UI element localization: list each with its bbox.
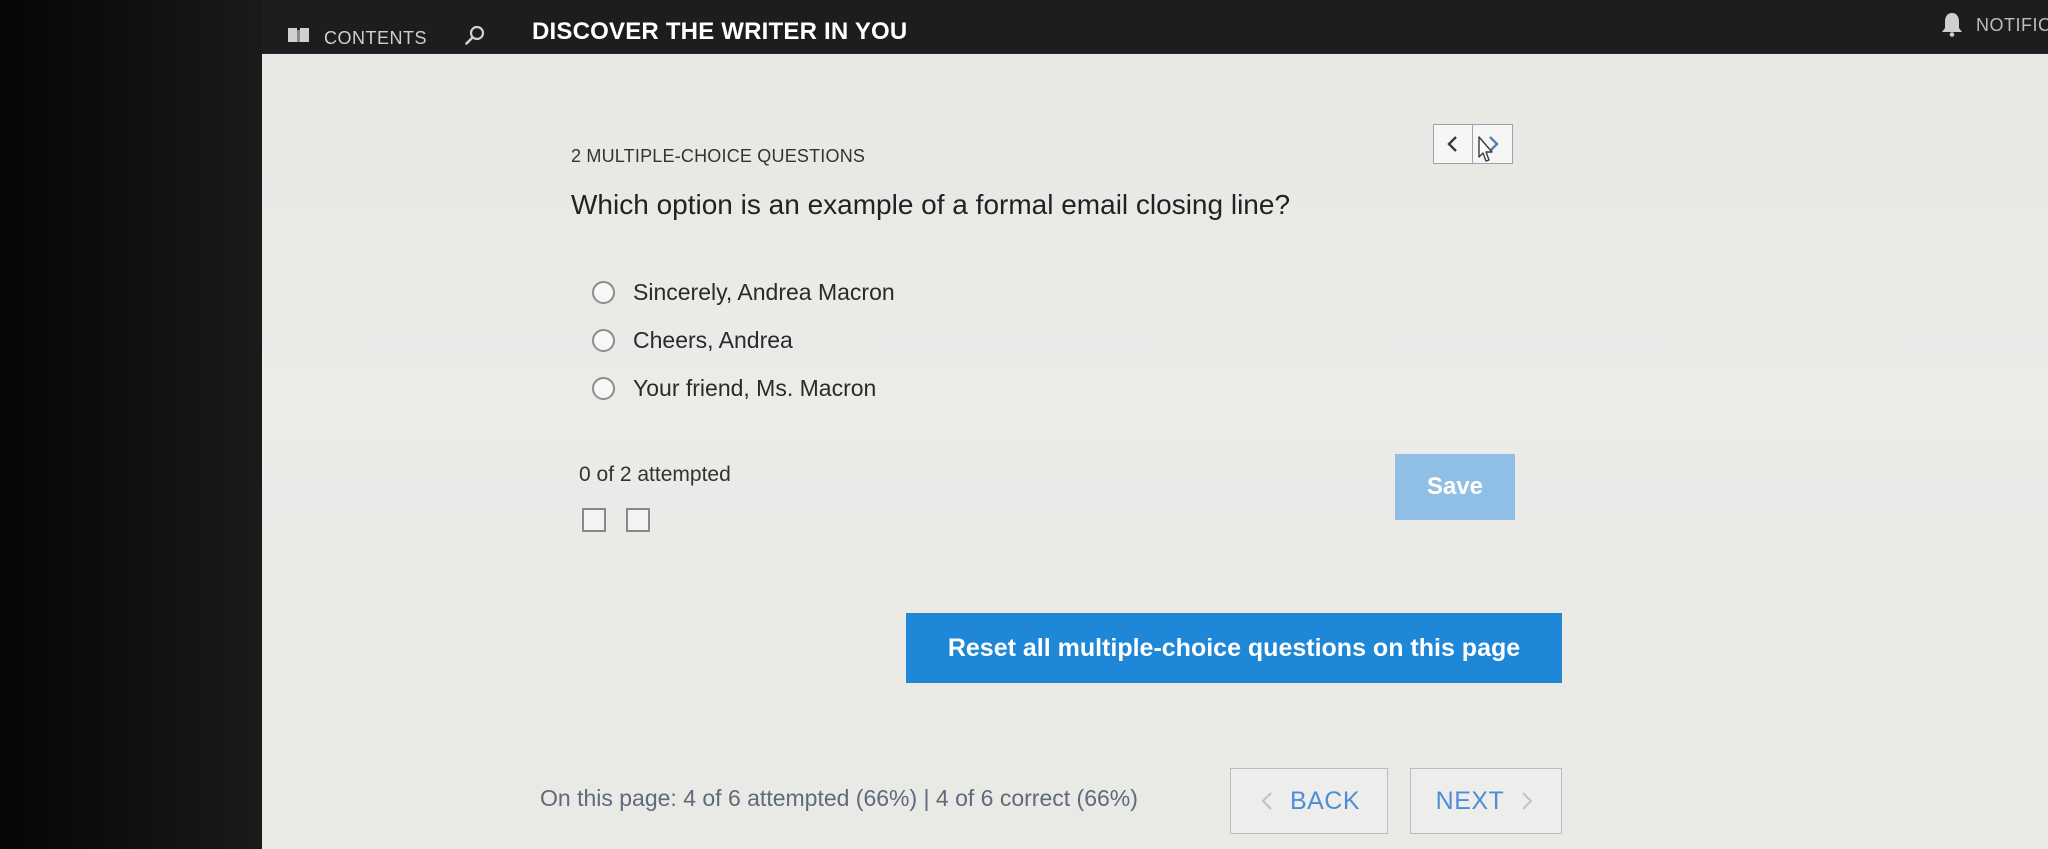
photo-stage: CONTENTS DISCOVER THE WRITER IN YOU NOTI… [0, 0, 2048, 849]
screen: CONTENTS DISCOVER THE WRITER IN YOU NOTI… [262, 0, 2048, 849]
answer-option[interactable]: Sincerely, Andrea Macron [592, 268, 895, 316]
radio-button[interactable] [592, 328, 615, 352]
progress-box[interactable] [626, 508, 650, 532]
question-text: Which option is an example of a formal e… [571, 189, 1291, 220]
option-label: Your friend, Ms. Macron [633, 374, 877, 401]
chevron-left-icon [1261, 792, 1272, 810]
bell-icon[interactable] [1941, 11, 1963, 37]
monitor-bezel [0, 0, 270, 849]
chevron-left-icon [1447, 136, 1457, 152]
contents-link[interactable]: CONTENTS [324, 28, 427, 49]
answer-option[interactable]: Cheers, Andrea [592, 316, 895, 364]
option-label: Sincerely, Andrea Macron [633, 278, 895, 305]
save-button[interactable]: Save [1395, 454, 1515, 520]
attempt-status: 0 of 2 attempted [579, 463, 731, 486]
top-navigation-bar: CONTENTS DISCOVER THE WRITER IN YOU NOTI… [262, 0, 2048, 54]
next-label: NEXT [1435, 786, 1505, 815]
notifications-link[interactable]: NOTIFICA [1976, 15, 2048, 36]
reset-questions-button[interactable]: Reset all multiple-choice questions on t… [906, 613, 1562, 683]
next-button[interactable]: NEXT [1410, 768, 1562, 834]
progress-box[interactable] [582, 508, 606, 532]
answer-option[interactable]: Your friend, Ms. Macron [592, 364, 895, 412]
section-label: 2 MULTIPLE-CHOICE QUESTIONS [571, 146, 866, 166]
question-progress-indicators [582, 508, 670, 532]
radio-button[interactable] [592, 376, 615, 400]
back-button[interactable]: BACK [1230, 768, 1388, 834]
book-icon[interactable] [288, 27, 310, 43]
search-icon[interactable] [464, 24, 486, 46]
course-title: DISCOVER THE WRITER IN YOU [532, 18, 908, 45]
option-label: Cheers, Andrea [633, 326, 793, 353]
answer-options: Sincerely, Andrea Macron Cheers, Andrea … [592, 268, 895, 412]
chevron-right-icon [1522, 792, 1533, 810]
back-label: BACK [1289, 786, 1361, 815]
radio-button[interactable] [592, 280, 615, 304]
mouse-cursor-icon [1478, 136, 1493, 162]
previous-question-button[interactable] [1433, 124, 1473, 164]
page-stats: On this page: 4 of 6 attempted (66%) | 4… [540, 785, 1138, 811]
